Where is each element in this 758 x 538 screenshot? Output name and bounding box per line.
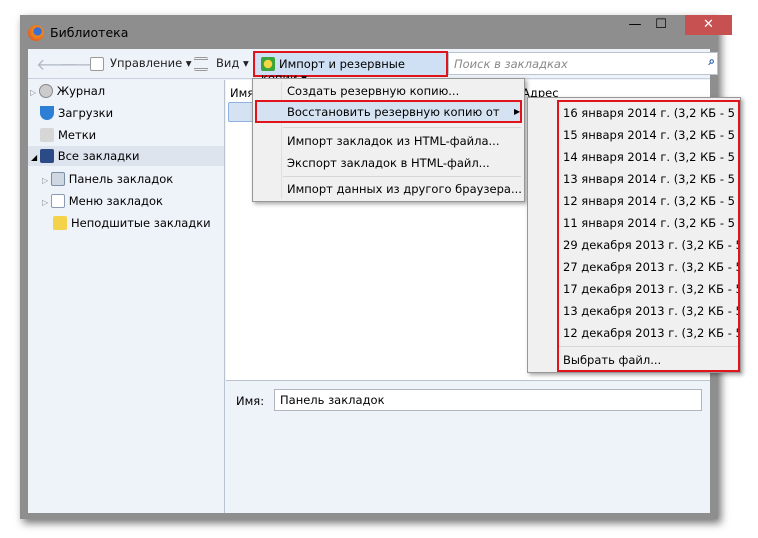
sidebar-item-all-bookmarks[interactable]: ◢ Все закладки [28,146,224,166]
import-backup-menu: Создать резервную копию... Восстановить … [252,78,525,202]
firefox-icon [28,25,44,41]
menu-item-export-html[interactable]: Экспорт закладок в HTML-файл... [287,156,490,170]
backup-item[interactable]: 12 декабря 2013 г. (3,2 КБ - 5 элементов… [563,326,738,340]
toolbar: 🡐 🡒 Управление ▾ Вид ▾ Импорт и резервны… [28,49,718,85]
organize-button[interactable]: Управление ▾ [110,56,192,70]
tag-icon [40,128,54,142]
sidebar-item-toolbar[interactable]: ▷ Панель закладок [42,169,173,189]
organize-icon [90,57,104,71]
sidebar-item-history[interactable]: ▷ Журнал [30,81,105,101]
backup-list-highlight: 16 января 2014 г. (3,2 КБ - 5 элементов)… [557,100,740,372]
backup-item[interactable]: 15 января 2014 г. (3,2 КБ - 5 элементов) [563,128,738,142]
sidebar-item-menu[interactable]: ▷ Меню закладок [42,191,163,211]
close-button[interactable]: ✕ [685,15,732,35]
menu-item-import-browser[interactable]: Импорт данных из другого браузера... [287,182,522,196]
sidebar-label: Загрузки [58,106,114,120]
backup-item[interactable]: 14 января 2014 г. (3,2 КБ - 5 элементов) [563,150,738,164]
search-icon[interactable]: ⌕ [709,54,715,69]
sidebar-label: Метки [58,128,97,142]
backup-item[interactable]: 11 января 2014 г. (3,2 КБ - 5 элементов) [563,216,738,230]
sidebar-label: Все закладки [57,149,140,163]
sidebar-label: Панель закладок [68,172,174,186]
maximize-button[interactable]: ☐ [648,15,674,35]
sidebar-label: Неподшитые закладки [71,216,211,230]
minimize-button[interactable]: — [622,15,648,35]
backup-item[interactable]: 27 декабря 2013 г. (3,2 КБ - 5 элементов… [563,260,738,274]
views-icon [194,57,208,71]
window-title: Библиотека [50,25,129,40]
name-label: Имя: [236,394,265,408]
views-button[interactable]: Вид ▾ [216,56,249,70]
backup-item[interactable]: 12 января 2014 г. (3,2 КБ - 5 элементов) [563,194,738,208]
backup-item[interactable]: 16 января 2014 г. (3,2 КБ - 5 элементов) [563,106,738,120]
menu-item-create-backup[interactable]: Создать резервную копию... [287,84,459,98]
menu-item-restore-backup[interactable]: Восстановить резервную копию от [287,105,500,119]
menu-folder-icon [50,194,65,208]
menu-separator [283,176,521,177]
star-refresh-icon [261,57,275,71]
backup-item[interactable]: 29 декабря 2013 г. (3,2 КБ - 5 элементов… [563,238,738,252]
menu-separator [283,127,521,128]
name-field[interactable]: Панель закладок [274,389,702,411]
submenu-arrow-icon: ▶ [514,107,521,116]
search-placeholder: Поиск в закладках [454,57,568,71]
clock-icon [38,84,53,98]
menu-gutter [281,81,282,199]
submenu-separator [559,346,738,347]
search-input[interactable]: Поиск в закладках ⌕ [448,52,718,75]
backup-item[interactable]: 17 декабря 2013 г. (3,2 КБ - 5 элементов… [563,282,738,296]
details-pane: Имя: Панель закладок [226,380,710,513]
sidebar: ▷ Журнал Загрузки Метки ◢ Все закладки ▷… [28,80,225,513]
import-backup-button[interactable]: Импорт и резервные копии ▾ [253,51,448,85]
backup-item[interactable]: 13 декабря 2013 г. (3,2 КБ - 5 элементов… [563,304,738,318]
backup-item[interactable]: 13 января 2014 г. (3,2 КБ - 5 элементов) [563,172,738,186]
choose-file-item[interactable]: Выбрать файл... [563,353,661,367]
unsorted-star-icon [53,216,67,230]
title-bar: Библиотека — ☐ ✕ [20,15,732,49]
column-name[interactable]: Имя [230,86,254,100]
sidebar-item-tags[interactable]: Метки [40,125,96,145]
sidebar-label: Меню закладок [68,194,163,208]
bookmarks-icon [39,149,54,163]
toolbar-folder-icon [50,172,65,186]
sidebar-item-downloads[interactable]: Загрузки [40,103,113,123]
sidebar-item-unsorted[interactable]: Неподшитые закладки [53,213,211,233]
download-icon [40,106,54,120]
menu-item-import-html[interactable]: Импорт закладок из HTML-файла... [287,134,500,148]
restore-backup-submenu: 16 января 2014 г. (3,2 КБ - 5 элементов)… [527,97,741,373]
sidebar-label: Журнал [56,84,106,98]
